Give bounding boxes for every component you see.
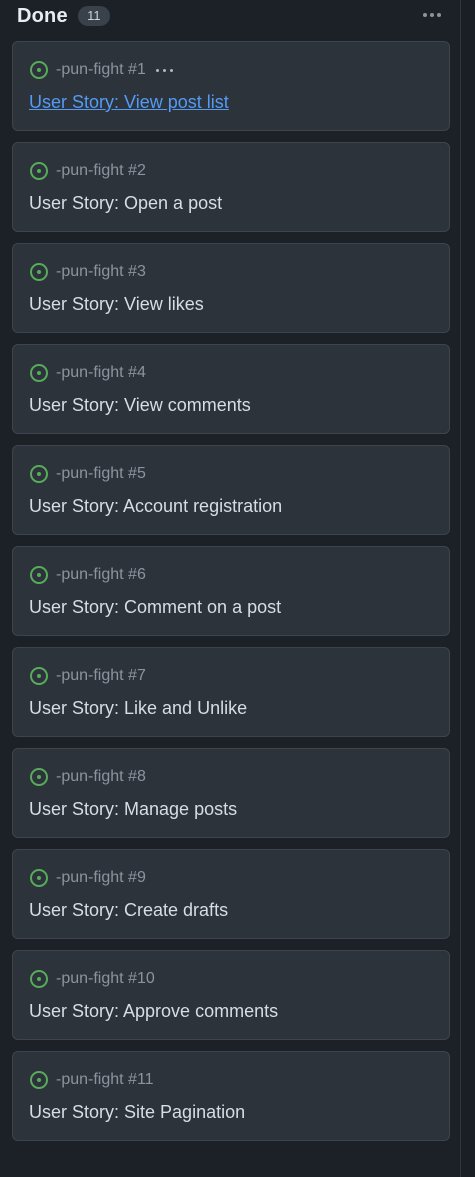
issue-open-icon	[29, 565, 49, 585]
card-meta: -pun-fight #11	[29, 1069, 154, 1091]
issue-open-icon	[29, 1070, 49, 1090]
issue-open-icon	[29, 767, 49, 787]
more-dot-icon	[437, 13, 441, 17]
more-dot-icon	[169, 68, 173, 72]
more-dot-icon	[430, 13, 434, 17]
issue-card[interactable]: -pun-fight #10 User Story: Approve commen…	[12, 950, 450, 1040]
issue-open-icon	[29, 363, 49, 383]
issue-reference: -pun-fight #6	[56, 566, 146, 583]
issue-title: User Story: Approve comments	[29, 1001, 279, 1021]
issue-open-icon	[29, 868, 49, 888]
issue-title: User Story: Open a post	[29, 193, 223, 213]
more-dot-icon	[162, 68, 166, 72]
issue-title: User Story: View comments	[29, 395, 251, 415]
issue-card[interactable]: -pun-fight #11 User Story: Site Paginatio…	[12, 1051, 450, 1141]
issue-open-icon	[29, 464, 49, 484]
issue-open-icon	[29, 161, 49, 181]
card-meta: -pun-fight #1	[29, 59, 173, 81]
issue-card[interactable]: -pun-fight #7 User Story: Like and Unlike	[12, 647, 450, 737]
issue-open-icon	[29, 262, 49, 282]
card-meta: -pun-fight #8	[29, 766, 146, 788]
card-menu-button[interactable]	[155, 68, 173, 72]
issue-open-icon	[29, 60, 49, 80]
issue-title: User Story: Comment on a post	[29, 597, 282, 617]
issue-card[interactable]: -pun-fight #9 User Story: Create drafts	[12, 849, 450, 939]
column-menu-button[interactable]	[419, 6, 445, 24]
card-meta: -pun-fight #10	[29, 968, 155, 990]
more-dot-icon	[423, 13, 427, 17]
issue-title: User Story: Site Pagination	[29, 1102, 246, 1122]
issue-title: User Story: Account registration	[29, 496, 283, 516]
issue-reference: -pun-fight #10	[56, 970, 155, 987]
more-dot-icon	[155, 68, 159, 72]
issue-card[interactable]: -pun-fight #6 User Story: Comment on a po…	[12, 546, 450, 636]
issue-title: User Story: View likes	[29, 294, 204, 314]
issue-title: User Story: Create drafts	[29, 900, 229, 920]
issue-reference: -pun-fight #11	[56, 1071, 154, 1088]
scrollbar-track[interactable]	[460, 0, 475, 1177]
issue-open-icon	[29, 969, 49, 989]
issue-reference: -pun-fight #3	[56, 263, 146, 280]
card-list: -pun-fight #1 User Story: View post list -…	[12, 41, 450, 1152]
issue-title: User Story: Like and Unlike	[29, 698, 248, 718]
issue-reference: -pun-fight #7	[56, 667, 146, 684]
issue-card[interactable]: -pun-fight #1 User Story: View post list	[12, 41, 450, 131]
card-meta: -pun-fight #3	[29, 261, 146, 283]
issue-title-link[interactable]: User Story: View post list	[29, 92, 229, 113]
issue-reference: -pun-fight #8	[56, 768, 146, 785]
issue-card[interactable]: -pun-fight #4 User Story: View comments	[12, 344, 450, 434]
issue-reference: -pun-fight #9	[56, 869, 146, 886]
issue-reference: -pun-fight #4	[56, 364, 146, 381]
card-meta: -pun-fight #9	[29, 867, 146, 889]
card-meta: -pun-fight #7	[29, 665, 146, 687]
card-meta: -pun-fight #5	[29, 463, 146, 485]
issue-title: User Story: Manage posts	[29, 799, 238, 819]
issue-card[interactable]: -pun-fight #3 User Story: View likes	[12, 243, 450, 333]
issue-card[interactable]: -pun-fight #5 User Story: Account registr…	[12, 445, 450, 535]
issue-reference: -pun-fight #5	[56, 465, 146, 482]
issue-reference: -pun-fight #1	[56, 61, 146, 78]
card-meta: -pun-fight #2	[29, 160, 146, 182]
column-title: Done	[17, 4, 68, 27]
item-count-badge: 11	[77, 6, 110, 26]
issue-card[interactable]: -pun-fight #8 User Story: Manage posts	[12, 748, 450, 838]
column-header: Done 11	[17, 0, 447, 32]
issue-open-icon	[29, 666, 49, 686]
board-column-done: Done 11 -pun-fight #1 User Story: View po…	[0, 0, 461, 1177]
issue-card[interactable]: -pun-fight #2 User Story: Open a post	[12, 142, 450, 232]
card-meta: -pun-fight #6	[29, 564, 146, 586]
issue-reference: -pun-fight #2	[56, 162, 146, 179]
card-meta: -pun-fight #4	[29, 362, 146, 384]
